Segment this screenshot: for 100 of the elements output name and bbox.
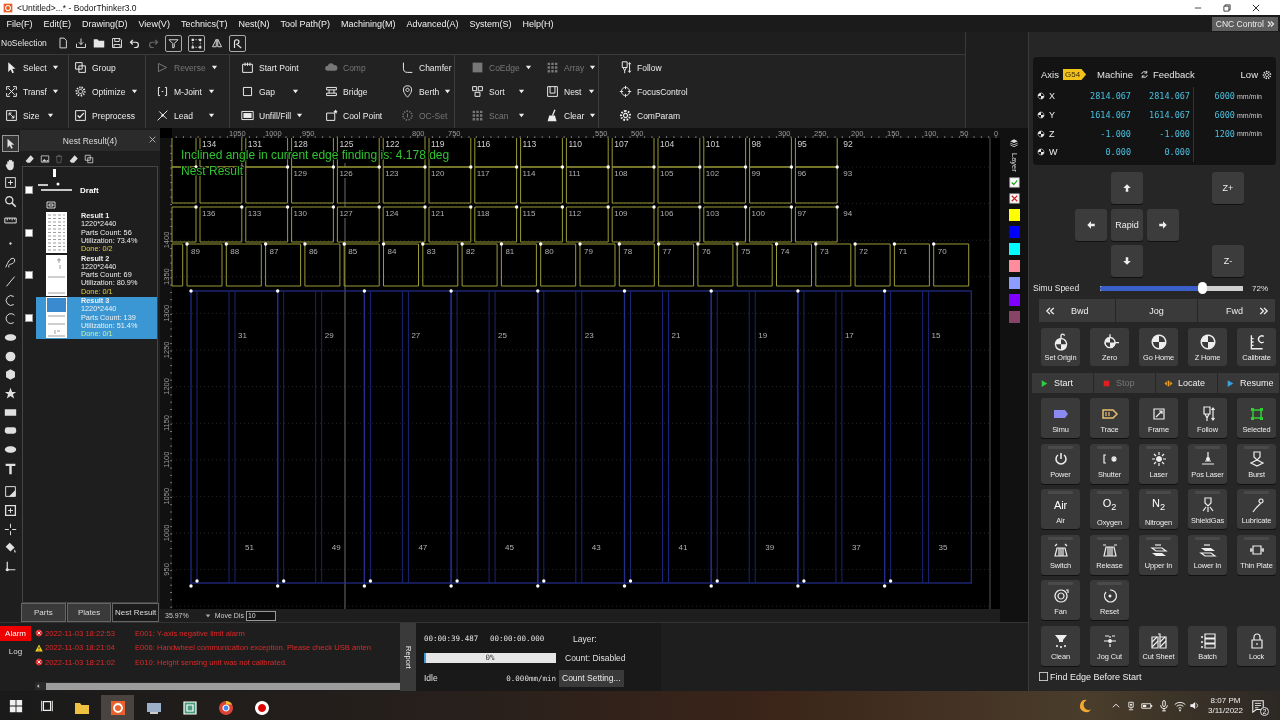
bezier-pen-icon[interactable]: [3, 256, 17, 270]
menu-item[interactable]: System(S): [465, 18, 515, 29]
mirror-triangles-icon[interactable]: [210, 37, 223, 49]
ribbon-tool[interactable]: Lead: [156, 103, 215, 128]
nested-part[interactable]: [611, 205, 656, 243]
nested-part[interactable]: [199, 205, 244, 243]
swap-arrows-icon[interactable]: [1140, 70, 1149, 79]
nested-part[interactable]: [749, 205, 794, 243]
nested-part[interactable]: [932, 242, 970, 287]
checkbox-label[interactable]: Find Edge Before Start: [1050, 671, 1142, 682]
ribbon-tool[interactable]: Cool Point: [325, 103, 401, 128]
checkbox[interactable]: [25, 271, 33, 280]
quartered-circle-icon[interactable]: [1037, 92, 1045, 101]
nested-part[interactable]: [291, 205, 336, 243]
nested-part[interactable]: [735, 242, 773, 287]
menu-item[interactable]: Help(H): [519, 18, 557, 29]
count-setting-button[interactable]: Count Setting...: [559, 669, 624, 687]
nested-part[interactable]: [703, 137, 747, 168]
layer-color-swatch[interactable]: [1008, 276, 1020, 289]
jog-right-button[interactable]: [1147, 208, 1179, 241]
nested-part[interactable]: [565, 165, 610, 204]
nested-part[interactable]: [774, 242, 812, 287]
clock-time[interactable]: 8:07 PM: [1210, 695, 1241, 706]
ribbon-tool[interactable]: Start Point: [241, 55, 299, 80]
ribbon-tool[interactable]: Optimize: [74, 79, 135, 104]
checkbox[interactable]: [1039, 672, 1048, 682]
panel-tab[interactable]: Nest Result: [112, 603, 159, 622]
nested-part[interactable]: [224, 242, 262, 287]
nested-part[interactable]: [245, 205, 290, 243]
layer-color-swatch[interactable]: [1008, 310, 1020, 323]
clock-date[interactable]: 3/11/2022: [1208, 705, 1243, 716]
windows-logo-icon[interactable]: [9, 698, 23, 713]
settings-icon[interactable]: [1262, 69, 1272, 80]
save-icon[interactable]: [110, 37, 123, 49]
crossed-box-icon[interactable]: [1008, 192, 1020, 204]
axes-icon[interactable]: [3, 560, 17, 574]
menu-item[interactable]: Nest(N): [234, 18, 273, 29]
nested-part[interactable]: [520, 165, 565, 204]
notification-icon[interactable]: [1251, 698, 1265, 713]
ribbon-tool[interactable]: Clear: [546, 103, 595, 128]
nested-part[interactable]: [263, 242, 302, 287]
folder-icon[interactable]: [92, 37, 105, 49]
nested-part[interactable]: [382, 205, 427, 243]
arc-icon[interactable]: [3, 293, 17, 307]
nested-part[interactable]: [565, 205, 610, 243]
menu-item[interactable]: Edit(E): [40, 18, 75, 29]
ribbon-tool[interactable]: Preprocess: [74, 103, 135, 128]
nested-part[interactable]: [794, 165, 839, 204]
ribbon-tool[interactable]: Unfill/Fill: [241, 103, 299, 128]
document-icon[interactable]: [56, 37, 69, 49]
star-icon[interactable]: [3, 386, 17, 400]
nested-part[interactable]: [291, 165, 336, 204]
layer-color-swatch[interactable]: [1008, 208, 1020, 221]
panel-tab[interactable]: Parts: [21, 603, 66, 622]
caret-icon[interactable]: [204, 612, 211, 619]
nested-part[interactable]: [703, 205, 748, 243]
line-icon[interactable]: [3, 274, 17, 288]
coordinate-system-badge[interactable]: G54: [1062, 69, 1087, 80]
ribbon-tool[interactable]: Sort: [471, 79, 525, 104]
ribbon-tool[interactable]: ComParam: [619, 103, 719, 128]
search-icon[interactable]: [3, 195, 17, 209]
nested-part[interactable]: [617, 242, 655, 287]
checkbox[interactable]: [25, 228, 33, 237]
menu-item[interactable]: Advanced(A): [402, 18, 462, 29]
layer-color-swatch[interactable]: [1008, 242, 1020, 255]
speaker-icon[interactable]: [1189, 700, 1200, 711]
menu-item[interactable]: View(V): [135, 18, 174, 29]
nested-part[interactable]: [474, 165, 519, 204]
funnel-icon[interactable]: [164, 34, 182, 52]
eraser-icon[interactable]: [25, 153, 35, 164]
insert-box-icon[interactable]: [3, 504, 17, 518]
ribbon-tool[interactable]: Berth: [401, 79, 450, 104]
nested-part[interactable]: [565, 137, 609, 168]
ribbon-tool[interactable]: Bridge: [325, 79, 401, 104]
menu-item[interactable]: Drawing(D): [78, 18, 132, 29]
nested-part[interactable]: [520, 137, 563, 168]
layer-color-swatch[interactable]: [1008, 293, 1020, 306]
close-icon[interactable]: [1251, 2, 1261, 13]
nested-part[interactable]: [703, 165, 748, 204]
eraser-icon[interactable]: [69, 153, 80, 164]
z-up-button[interactable]: Z+: [1212, 172, 1244, 204]
menu-item[interactable]: Machining(M): [337, 18, 399, 29]
nested-part[interactable]: [171, 243, 184, 287]
ribbon-tool[interactable]: Select: [5, 55, 54, 80]
nested-part[interactable]: [428, 137, 472, 168]
jog-left-button[interactable]: [1075, 208, 1107, 241]
speed-mode[interactable]: Low: [1240, 69, 1258, 80]
quartered-circle-icon[interactable]: [1037, 111, 1045, 120]
nested-part[interactable]: [342, 242, 380, 287]
z-down-button[interactable]: Z-: [1212, 245, 1244, 277]
nested-part[interactable]: [657, 165, 702, 204]
nested-part[interactable]: [336, 137, 380, 168]
layers-icon[interactable]: [1009, 138, 1019, 148]
nested-part[interactable]: [611, 165, 656, 204]
pointer-icon[interactable]: [1, 135, 19, 152]
nested-part[interactable]: [749, 137, 792, 168]
run-control-button[interactable]: Resume: [1218, 373, 1279, 393]
nested-part[interactable]: [171, 205, 198, 243]
ribbon-tool[interactable]: FocusControl: [619, 79, 719, 104]
nested-part[interactable]: [381, 242, 419, 287]
